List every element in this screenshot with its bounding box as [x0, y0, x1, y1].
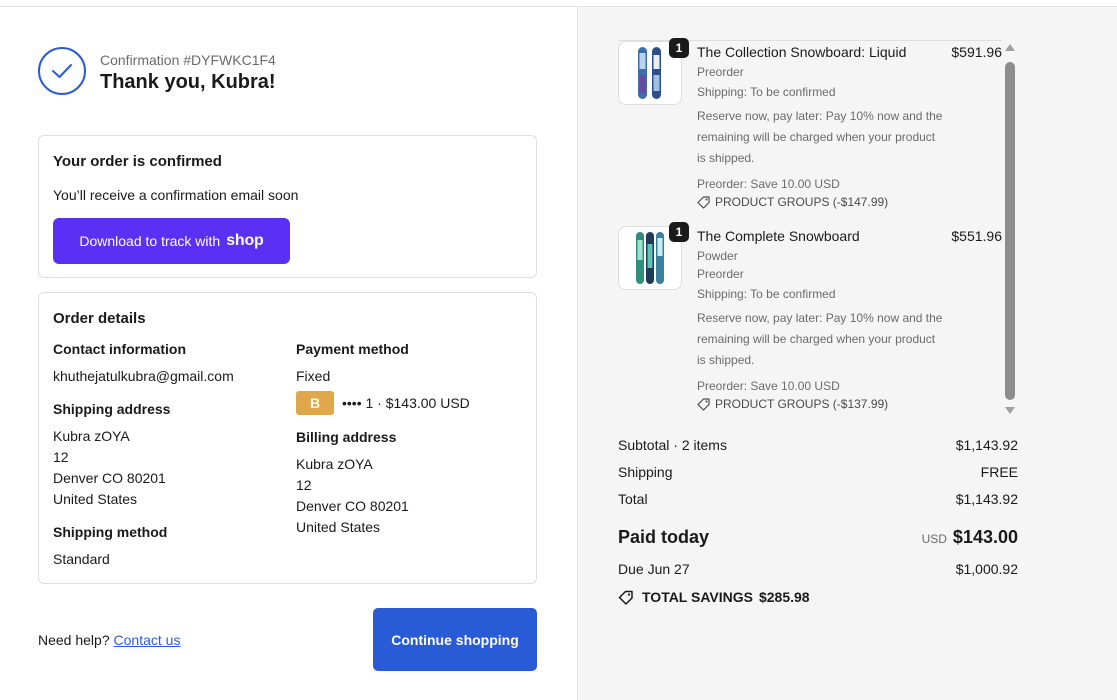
- product-preorder: Preorder: [697, 65, 744, 79]
- contact-info-label: Contact information: [53, 341, 186, 357]
- billing-address-line: 12: [296, 477, 312, 493]
- discount-line: PRODUCT GROUPS (-$147.99): [697, 195, 888, 209]
- contact-email: khuthejatulkubra@gmail.com: [53, 368, 234, 384]
- total-label: Total: [618, 491, 648, 507]
- payment-summary: •••• 1 · $143.00 USD: [342, 395, 470, 411]
- discount-label: PRODUCT GROUPS (-$137.99): [715, 397, 889, 411]
- download-shop-button[interactable]: Download to track with shop: [53, 218, 290, 264]
- snowboard-icon: [638, 47, 661, 99]
- order-details-card: Order details Contact information khuthe…: [38, 292, 537, 584]
- paid-today-amount: USD $143.00: [922, 527, 1018, 548]
- subtotal-label: Subtotal · 2 items: [618, 437, 727, 453]
- payment-method-label: Payment method: [296, 341, 409, 357]
- scrollbar-thumb[interactable]: [1005, 62, 1015, 400]
- billing-address-label: Billing address: [296, 429, 397, 445]
- billing-address-line: Kubra zOYA: [296, 456, 373, 472]
- product-price: $551.96: [951, 228, 1002, 244]
- billing-address-line: United States: [296, 519, 381, 535]
- order-confirmed-card: Your order is confirmed You’ll receive a…: [38, 135, 537, 278]
- continue-shopping-button[interactable]: Continue shopping: [373, 608, 537, 671]
- due-value: $1,000.92: [955, 561, 1018, 577]
- product-variant: Powder: [697, 249, 738, 263]
- confirmation-number: Confirmation #DYFWKC1F4: [100, 52, 276, 68]
- shop-button-label: Download to track with: [79, 233, 221, 249]
- shipping-address: Kubra zOYA 12 Denver CO 80201 United Sta…: [53, 426, 166, 510]
- savings-tag-icon: [618, 590, 633, 605]
- shop-logo: shop: [226, 232, 264, 249]
- tag-icon: [697, 398, 710, 411]
- billing-address-line: Denver CO 80201: [296, 498, 409, 514]
- snowboard-icon: [636, 232, 664, 284]
- tag-icon: [697, 196, 710, 209]
- product-description: Reserve now, pay later: Pay 10% now and …: [697, 109, 943, 165]
- product-preorder: Preorder: [697, 267, 744, 281]
- quantity-badge: 1: [669, 38, 689, 58]
- shipping-address-label: Shipping address: [53, 401, 171, 417]
- thank-you-heading: Thank you, Kubra!: [100, 71, 276, 93]
- shipping-address-line: United States: [53, 491, 138, 507]
- shipping-method: Standard: [53, 551, 110, 567]
- paid-value: $143.00: [952, 527, 1018, 547]
- help-text: Need help? Contact us: [38, 632, 180, 648]
- product-title: The Complete Snowboard: [697, 228, 860, 244]
- quantity-badge: 1: [669, 222, 689, 242]
- product-shipping: Shipping: To be confirmed: [697, 287, 836, 301]
- shipping-label: Shipping: [618, 464, 673, 480]
- paid-today-label: Paid today: [618, 527, 710, 547]
- help-label: Need help?: [38, 632, 110, 648]
- order-confirmed-message: You’ll receive a confirmation email soon: [53, 187, 299, 203]
- product-title: The Collection Snowboard: Liquid: [697, 44, 907, 60]
- confirmation-check-icon: [38, 47, 86, 95]
- product-saving: Preorder: Save 10.00 USD: [697, 177, 840, 191]
- total-value: $1,143.92: [955, 491, 1018, 507]
- discount-line: PRODUCT GROUPS (-$137.99): [697, 397, 888, 411]
- savings-label: TOTAL SAVINGS: [642, 589, 753, 605]
- paid-currency: USD: [921, 532, 947, 546]
- contact-us-link[interactable]: Contact us: [114, 632, 181, 648]
- due-label: Due Jun 27: [618, 561, 690, 577]
- order-details-heading: Order details: [53, 310, 146, 327]
- shipping-address-line: Kubra zOYA: [53, 428, 130, 444]
- discount-label: PRODUCT GROUPS (-$147.99): [715, 195, 889, 209]
- shipping-address-line: Denver CO 80201: [53, 470, 166, 486]
- subtotal-value: $1,143.92: [955, 437, 1018, 453]
- shipping-address-line: 12: [53, 449, 69, 465]
- total-savings: TOTAL SAVINGS $285.98: [618, 589, 810, 605]
- scroll-up-arrow-icon[interactable]: [1005, 44, 1015, 51]
- shipping-value: FREE: [980, 464, 1018, 480]
- billing-address: Kubra zOYA 12 Denver CO 80201 United Sta…: [296, 454, 409, 538]
- shipping-method-label: Shipping method: [53, 524, 168, 540]
- payment-type: Fixed: [296, 368, 331, 384]
- order-confirmed-heading: Your order is confirmed: [53, 153, 222, 170]
- product-shipping: Shipping: To be confirmed: [697, 85, 836, 99]
- scroll-down-arrow-icon[interactable]: [1005, 407, 1015, 414]
- payment-card-icon: B: [296, 391, 334, 415]
- product-price: $591.96: [951, 44, 1002, 60]
- product-saving: Preorder: Save 10.00 USD: [697, 379, 840, 393]
- product-description: Reserve now, pay later: Pay 10% now and …: [697, 311, 943, 367]
- savings-value: $285.98: [758, 589, 810, 605]
